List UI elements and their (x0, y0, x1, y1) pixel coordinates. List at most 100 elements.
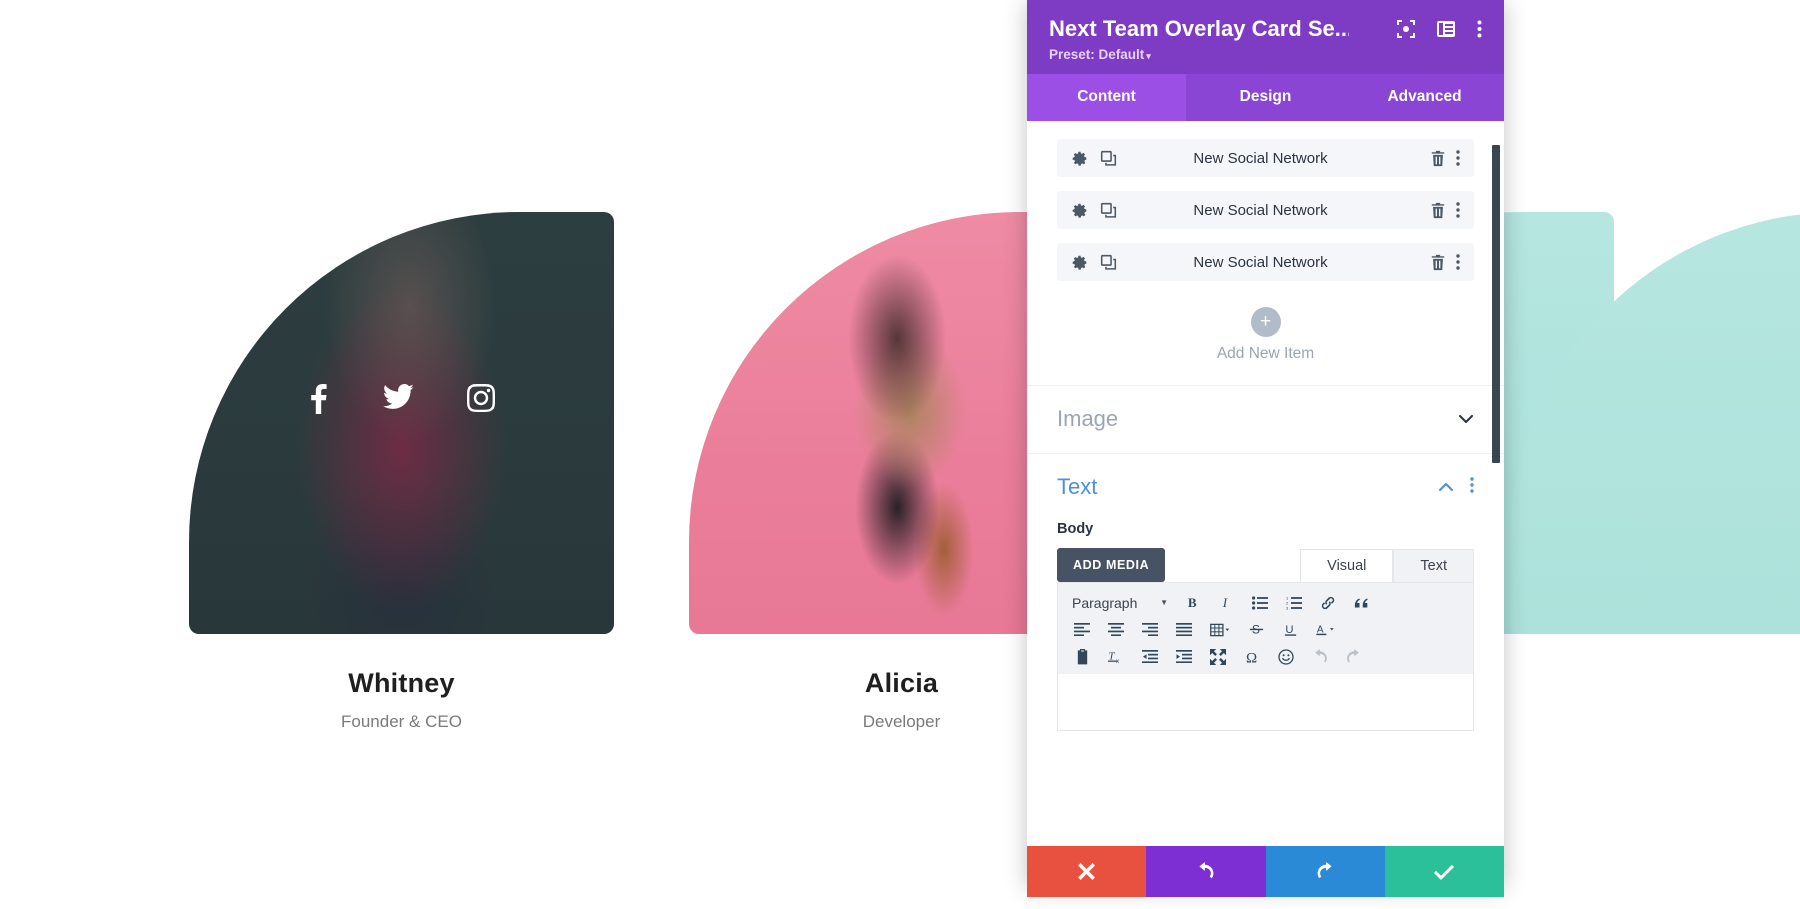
list-item-label: New Social Network (1193, 149, 1328, 167)
save-button[interactable] (1384, 846, 1504, 897)
panel-tabs: Content Design Advanced (1027, 74, 1504, 121)
list-item[interactable]: New Social Network (1057, 139, 1474, 177)
clear-formatting-icon[interactable]: Tx (1100, 644, 1132, 669)
undo-icon[interactable] (1304, 644, 1336, 669)
indent-icon[interactable] (1168, 644, 1200, 669)
align-right-icon[interactable] (1134, 617, 1166, 642)
kebab-menu-icon[interactable] (1456, 202, 1460, 218)
trash-icon[interactable] (1430, 150, 1446, 167)
outdent-icon[interactable] (1134, 644, 1166, 669)
emoji-icon[interactable] (1270, 644, 1302, 669)
svg-text:U: U (1285, 624, 1293, 636)
trash-icon[interactable] (1430, 202, 1446, 219)
section-text-header[interactable]: Text (1027, 454, 1504, 521)
special-character-icon[interactable]: Ω (1236, 644, 1268, 669)
undo-button[interactable] (1146, 846, 1266, 897)
body-field-label: Body (1057, 521, 1094, 537)
instagram-icon[interactable] (467, 384, 495, 414)
fullscreen-icon[interactable] (1202, 644, 1234, 669)
chevron-down-icon: ▼ (1160, 598, 1168, 607)
svg-text:I: I (1221, 595, 1227, 610)
tab-text[interactable]: Text (1393, 548, 1474, 582)
twitter-icon[interactable] (383, 384, 414, 414)
plus-icon: + (1250, 307, 1281, 337)
kebab-menu-icon[interactable] (1456, 254, 1460, 270)
section-title: Text (1057, 474, 1098, 499)
check-icon (1434, 863, 1455, 880)
strikethrough-icon[interactable]: S (1240, 617, 1272, 642)
paste-as-text-icon[interactable] (1066, 644, 1098, 669)
panel-scrollbar[interactable] (1492, 145, 1500, 463)
bold-icon[interactable]: B (1176, 590, 1208, 615)
social-links-overlay (189, 384, 614, 414)
gear-icon[interactable] (1071, 202, 1088, 219)
svg-text:x: x (1116, 658, 1120, 665)
list-item[interactable]: New Social Network (1057, 243, 1474, 281)
member-name: Whitney (348, 668, 455, 698)
numbered-list-icon[interactable]: 123 (1278, 590, 1310, 615)
panel-footer-actions (1027, 846, 1504, 897)
underline-icon[interactable]: U (1274, 617, 1306, 642)
align-justify-icon[interactable] (1168, 617, 1200, 642)
chevron-down-icon[interactable] (1458, 411, 1474, 427)
gear-icon[interactable] (1071, 254, 1088, 271)
facebook-icon[interactable] (308, 384, 330, 414)
kebab-menu-icon[interactable] (1456, 150, 1460, 166)
svg-text:B: B (1187, 595, 1196, 610)
redo-icon (1316, 862, 1335, 881)
list-item-label: New Social Network (1193, 253, 1328, 271)
paragraph-format-label: Paragraph (1072, 594, 1138, 611)
panel-body: New Social Network New Social Network Ne… (1027, 121, 1504, 887)
panel-title: Next Team Overlay Card Se... (1049, 16, 1349, 41)
table-icon[interactable] (1202, 617, 1238, 642)
svg-text:Ω: Ω (1246, 650, 1257, 665)
focus-target-icon[interactable] (1397, 20, 1415, 38)
trash-icon[interactable] (1430, 254, 1446, 271)
tab-advanced[interactable]: Advanced (1345, 74, 1504, 121)
tab-visual[interactable]: Visual (1300, 548, 1394, 582)
team-member-card[interactable] (1510, 212, 1800, 634)
section-image[interactable]: Image (1027, 385, 1504, 453)
redo-icon[interactable] (1338, 644, 1370, 669)
member-photo (189, 212, 614, 634)
toolbar-row-3: Tx Ω (1062, 643, 1469, 670)
body-editor: ADD MEDIA Visual Text Paragraph ▼ B I 1 … (1027, 548, 1504, 731)
toolbar-row-1: Paragraph ▼ B I 123 (1062, 589, 1469, 616)
kebab-menu-icon[interactable] (1470, 476, 1474, 498)
add-new-item-label: Add New Item (1216, 345, 1315, 362)
tab-design[interactable]: Design (1186, 74, 1345, 121)
tinymce-editor: Paragraph ▼ B I 123 S U A T x Ω (1057, 582, 1474, 731)
editor-toolbar: Paragraph ▼ B I 123 S U A T x Ω (1058, 583, 1473, 674)
list-item-label: New Social Network (1193, 201, 1328, 219)
italic-icon[interactable]: I (1210, 590, 1242, 615)
preset-selector[interactable]: Preset: Default ▾ (1049, 47, 1482, 62)
blockquote-icon[interactable] (1346, 590, 1378, 615)
undo-icon (1196, 862, 1215, 881)
redo-button[interactable] (1265, 846, 1385, 897)
paragraph-format-select[interactable]: Paragraph ▼ (1066, 590, 1174, 615)
add-new-item-button[interactable]: + Add New Item (1027, 299, 1504, 385)
preset-label: Preset: Default (1049, 47, 1145, 62)
gear-icon[interactable] (1071, 150, 1088, 167)
kebab-menu-icon[interactable] (1477, 20, 1482, 38)
add-media-button[interactable]: ADD MEDIA (1057, 548, 1166, 582)
chevron-up-icon[interactable] (1438, 479, 1454, 495)
social-network-list: New Social Network New Social Network Ne… (1027, 121, 1504, 299)
bulleted-list-icon[interactable] (1244, 590, 1276, 615)
chevron-down-icon: ▾ (1146, 51, 1151, 61)
align-left-icon[interactable] (1066, 617, 1098, 642)
editor-content-area[interactable] (1058, 674, 1473, 730)
section-text: Text Body ADD MEDIA Visual Text Paragrap… (1027, 453, 1504, 731)
panel-layout-icon[interactable] (1437, 20, 1455, 38)
team-member-card[interactable]: Whitney Founder & CEO (189, 212, 614, 732)
member-role: Founder & CEO (341, 712, 462, 731)
text-color-icon[interactable]: A (1308, 617, 1342, 642)
cancel-button[interactable] (1027, 846, 1147, 897)
section-title: Image (1057, 406, 1119, 431)
tab-content[interactable]: Content (1027, 74, 1186, 121)
list-item[interactable]: New Social Network (1057, 191, 1474, 229)
align-center-icon[interactable] (1100, 617, 1132, 642)
toolbar-row-2: S U A (1062, 616, 1469, 643)
panel-header: Next Team Overlay Card Se... Preset: Def… (1027, 0, 1504, 74)
link-icon[interactable] (1312, 590, 1344, 615)
